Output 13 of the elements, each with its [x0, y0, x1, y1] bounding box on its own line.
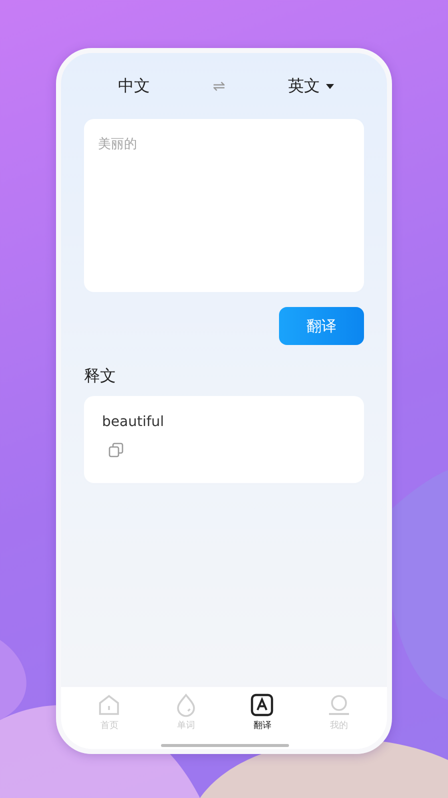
result-title: 释文 [84, 366, 117, 387]
profile-icon [326, 693, 351, 717]
letter-a-icon [250, 693, 274, 717]
home-icon [97, 693, 122, 717]
target-language[interactable]: 英文 [288, 76, 320, 96]
tab[interactable]: 翻译 [224, 693, 300, 739]
caret-icon[interactable] [326, 84, 334, 88]
swap-icon[interactable]: ⇌ [212, 77, 226, 95]
source-language[interactable]: 中文 [118, 76, 150, 96]
input-field[interactable]: 美丽的 [84, 119, 364, 292]
translate-button[interactable]: 翻译 [279, 307, 364, 345]
copy-icon[interactable] [108, 442, 124, 458]
result-text: beautiful [102, 414, 166, 430]
